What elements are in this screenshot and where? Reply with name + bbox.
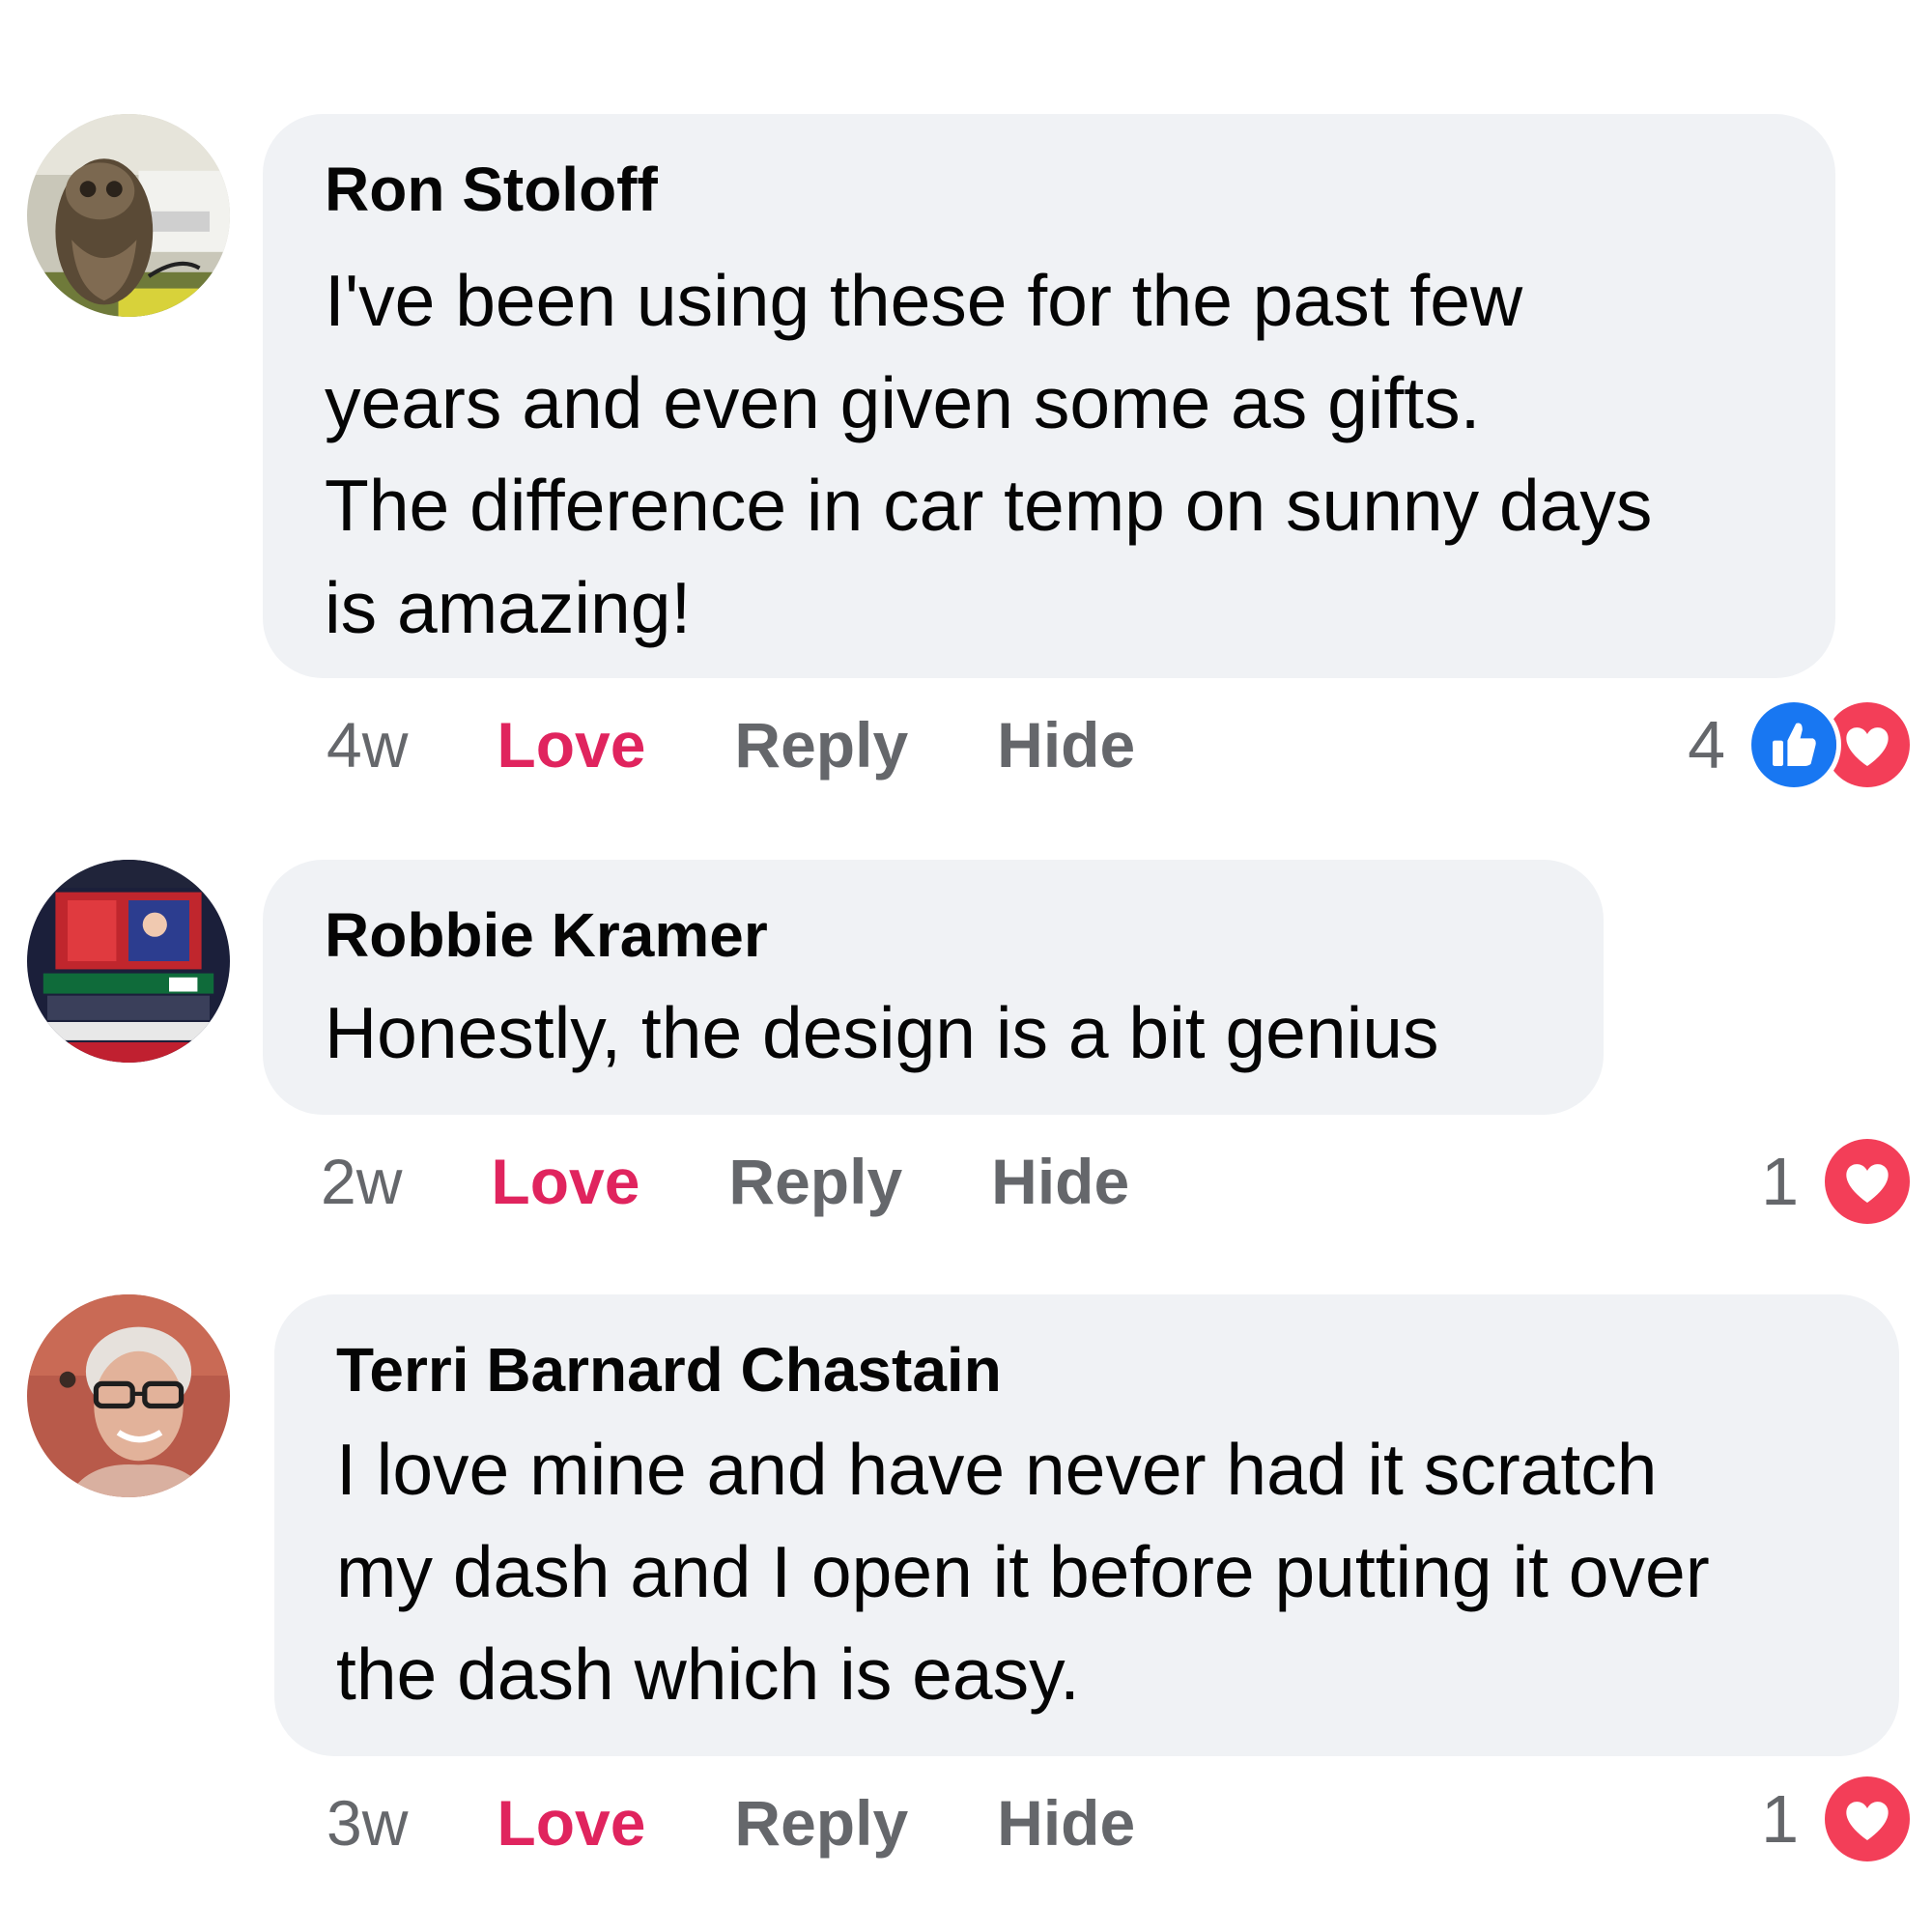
comment-bubble: Ron Stoloff I've been using these for th… [263,114,1835,678]
comment-timestamp[interactable]: 2w [321,1145,402,1218]
comment-author[interactable]: Terri Barnard Chastain [336,1333,1843,1406]
comment-author[interactable]: Ron Stoloff [325,153,1779,226]
reaction-summary[interactable]: 1 [1761,1134,1915,1229]
reaction-count: 4 [1688,707,1725,782]
comment-text: I love mine and have never had it scratc… [336,1429,1710,1715]
reply-button[interactable]: Reply [734,708,908,781]
comment-text: Honestly, the design is a bit genius [325,992,1439,1073]
hide-button[interactable]: Hide [997,1786,1135,1860]
comment-actions: 4w Love Reply Hide [327,701,1135,788]
hide-button[interactable]: Hide [997,708,1135,781]
like-icon [1747,697,1841,792]
reaction-summary[interactable]: 4 [1688,697,1915,792]
love-button[interactable]: Love [497,1786,645,1860]
avatar-robbie-kramer[interactable] [27,860,230,1063]
heart-icon [1820,1772,1915,1866]
heart-icon [1820,1134,1915,1229]
comment-text: I've been using these for the past few y… [325,260,1653,648]
arena-avatar-image [27,860,230,1063]
comment-author[interactable]: Robbie Kramer [325,898,1548,972]
comment-bubble: Terri Barnard Chastain I love mine and h… [274,1294,1899,1756]
comment-actions: 2w Love Reply Hide [321,1138,1129,1225]
love-button[interactable]: Love [491,1145,639,1218]
person-avatar-image [27,1294,230,1497]
avatar-ron-stoloff[interactable] [27,114,230,317]
reaction-summary[interactable]: 1 [1761,1772,1915,1866]
comment-timestamp[interactable]: 4w [327,708,408,781]
hide-button[interactable]: Hide [991,1145,1129,1218]
reaction-count: 1 [1761,1144,1799,1219]
reaction-count: 1 [1761,1781,1799,1857]
comment-actions: 3w Love Reply Hide [327,1779,1135,1866]
reply-button[interactable]: Reply [734,1786,908,1860]
comment-bubble: Robbie Kramer Honestly, the design is a … [263,860,1604,1115]
owl-avatar-image [27,114,230,317]
love-button[interactable]: Love [497,708,645,781]
comment-timestamp[interactable]: 3w [327,1786,408,1860]
avatar-terri-barnard-chastain[interactable] [27,1294,230,1497]
reply-button[interactable]: Reply [728,1145,902,1218]
